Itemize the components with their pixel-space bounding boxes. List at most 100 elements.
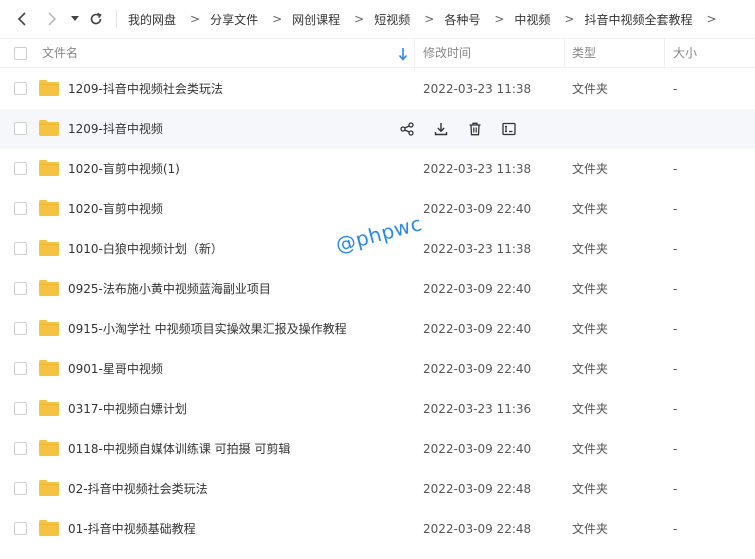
row-checkbox[interactable] [14,202,27,215]
table-row[interactable]: 01-抖音中视频基础教程 2022-03-09 22:48 文件夹 - [0,509,755,549]
file-name[interactable]: 1020-盲剪中视频(1) [68,149,180,189]
breadcrumb-item[interactable]: 各种号 [444,11,480,28]
breadcrumb-separator: > [424,12,435,26]
folder-icon [38,319,60,337]
file-type: 文件夹 [572,482,609,496]
chevron-right-icon [48,12,57,26]
file-size: - [673,402,678,416]
row-checkbox[interactable] [14,362,27,375]
navigation-bar: 我的网盘 > 分享文件 > 网创课程 > 短视频 > 各种号 > 中视频 > 抖音中视频全套教程 > [0,0,755,38]
file-type: 文件夹 [572,282,609,296]
column-header-type[interactable]: 类型 [572,39,596,68]
file-size: - [673,482,678,496]
file-name[interactable]: 0925-法布施小黄中视频蓝海副业项目 [68,269,271,309]
select-all-checkbox[interactable] [14,47,27,60]
row-actions [398,120,534,138]
breadcrumb-item[interactable]: 中视频 [514,11,550,28]
forward-button[interactable] [42,8,62,30]
modified-time: 2022-03-09 22:40 [423,202,532,216]
file-type: 文件夹 [572,442,609,456]
file-name[interactable]: 1209-抖音中视频 [68,109,163,149]
rename-button[interactable] [500,120,518,138]
modified-time: 2022-03-09 22:40 [423,322,532,336]
sort-descending-icon[interactable] [398,47,408,61]
file-name[interactable]: 01-抖音中视频基础教程 [68,509,196,549]
file-size: - [673,322,678,336]
modified-time: 2022-03-09 22:40 [423,362,532,376]
back-button[interactable] [12,8,32,30]
table-row[interactable]: 0915-小淘学社 中视频项目实操效果汇报及操作教程 2022-03-09 22:… [0,309,755,349]
folder-icon [38,239,60,257]
column-divider[interactable] [664,39,665,68]
file-type: 文件夹 [572,162,609,176]
modified-time: 2022-03-09 22:40 [423,282,532,296]
file-name[interactable]: 1209-抖音中视频社会类玩法 [68,69,223,109]
file-name[interactable]: 0317-中视频白嫖计划 [68,389,187,429]
row-checkbox[interactable] [14,322,27,335]
file-name[interactable]: 02-抖音中视频社会类玩法 [68,469,208,509]
refresh-icon [90,12,102,25]
delete-icon [468,122,482,136]
table-row[interactable]: 0901-星哥中视频 2022-03-09 22:40 文件夹 - [0,349,755,389]
folder-icon [38,279,60,297]
file-type: 文件夹 [572,522,609,536]
table-row[interactable]: 02-抖音中视频社会类玩法 2022-03-09 22:48 文件夹 - [0,469,755,509]
breadcrumb-item[interactable]: 我的网盘 [128,11,176,28]
table-row[interactable]: 0118-中视频自媒体训练课 可拍摄 可剪辑 2022-03-09 22:40 文件… [0,429,755,469]
file-name[interactable]: 1010-白狼中视频计划（新） [68,229,223,269]
file-name[interactable]: 0901-星哥中视频 [68,349,163,389]
row-checkbox[interactable] [14,402,27,415]
breadcrumb-separator: > [190,12,201,26]
row-checkbox[interactable] [14,442,27,455]
history-dropdown-button[interactable] [68,8,82,30]
file-type: 文件夹 [572,202,609,216]
row-checkbox[interactable] [14,82,27,95]
file-type: 文件夹 [572,362,609,376]
caret-down-icon [71,16,79,21]
folder-icon [38,199,60,217]
table-row[interactable]: 0925-法布施小黄中视频蓝海副业项目 2022-03-09 22:40 文件夹 - [0,269,755,309]
column-divider[interactable] [414,39,415,68]
download-button[interactable] [432,120,450,138]
file-size: - [673,162,678,176]
file-type: 文件夹 [572,82,609,96]
row-checkbox[interactable] [14,482,27,495]
row-checkbox[interactable] [14,122,27,135]
nav-divider [116,10,117,28]
modified-time: 2022-03-23 11:36 [423,402,532,416]
folder-icon [38,399,60,417]
column-header-size[interactable]: 大小 [673,39,697,68]
row-checkbox[interactable] [14,162,27,175]
table-row[interactable]: 1020-盲剪中视频(1) 2022-03-23 11:38 文件夹 - [0,149,755,189]
row-checkbox[interactable] [14,282,27,295]
breadcrumb: 我的网盘 > 分享文件 > 网创课程 > 短视频 > 各种号 > 中视频 > 抖音中视频全套教程 > [128,0,727,38]
share-button[interactable] [398,120,416,138]
table-row[interactable]: 1209-抖音中视频社会类玩法 2022-03-23 11:38 文件夹 - [0,69,755,109]
row-checkbox[interactable] [14,242,27,255]
column-divider[interactable] [564,39,565,68]
table-row[interactable]: 0317-中视频白嫖计划 2022-03-23 11:36 文件夹 - [0,389,755,429]
rename-icon [502,122,516,136]
folder-icon [38,479,60,497]
breadcrumb-item[interactable]: 短视频 [374,11,410,28]
table-header: 文件名 修改时间 类型 大小 [0,38,755,68]
breadcrumb-separator: > [272,12,283,26]
file-type: 文件夹 [572,322,609,336]
breadcrumb-item[interactable]: 分享文件 [210,11,258,28]
column-header-name[interactable]: 文件名 [42,39,78,68]
delete-button[interactable] [466,120,484,138]
table-row[interactable]: 1209-抖音中视频 [0,109,755,149]
breadcrumb-item[interactable]: 抖音中视频全套教程 [584,11,692,28]
file-name[interactable]: 0118-中视频自媒体训练课 可拍摄 可剪辑 [68,429,291,469]
breadcrumb-item[interactable]: 网创课程 [292,11,340,28]
breadcrumb-separator: > [706,12,717,26]
file-name[interactable]: 1020-盲剪中视频 [68,189,163,229]
file-name[interactable]: 0915-小淘学社 中视频项目实操效果汇报及操作教程 [68,309,347,349]
file-size: - [673,442,678,456]
column-header-time[interactable]: 修改时间 [423,39,471,68]
row-checkbox[interactable] [14,522,27,535]
file-size: - [673,362,678,376]
refresh-button[interactable] [86,8,106,30]
file-size: - [673,82,678,96]
folder-icon [38,79,60,97]
